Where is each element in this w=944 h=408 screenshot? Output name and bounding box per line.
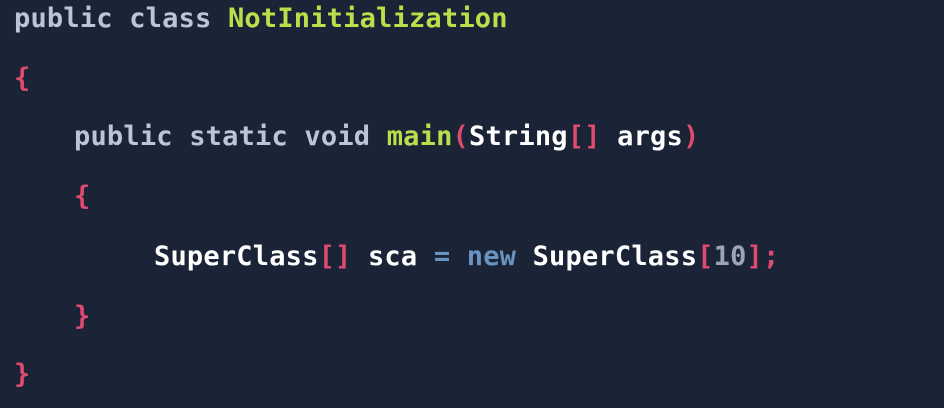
code-line-4: {: [74, 180, 90, 214]
variable-name: sca: [367, 241, 418, 272]
bracket-close: ]: [584, 121, 601, 152]
bracket-close: ]: [335, 241, 352, 272]
type-string: String: [469, 121, 568, 152]
keyword-public: public: [14, 3, 113, 34]
class-name: NotInitialization: [227, 3, 508, 34]
paren-open: (: [452, 121, 469, 152]
code-line-1: public class NotInitialization: [14, 2, 508, 36]
bracket-open: [: [567, 121, 585, 152]
code-line-6: }: [74, 300, 90, 334]
array-size: 10: [713, 241, 747, 272]
bracket-close-2: ]: [746, 241, 764, 272]
method-brace-close: }: [74, 301, 91, 332]
code-line-3: public static void main(String[] args): [74, 120, 699, 154]
class-brace-open: {: [14, 63, 31, 94]
method-name: main: [386, 121, 453, 152]
assign-operator: =: [433, 241, 451, 272]
code-line-5: SuperClass[] sca = new SuperClass[10];: [154, 240, 779, 274]
keyword-new: new: [466, 241, 517, 272]
class-brace-close: }: [14, 359, 31, 390]
keyword-static: static: [189, 121, 288, 152]
keyword-public: public: [74, 121, 173, 152]
param-name: args: [617, 121, 683, 152]
bracket-open-2: [: [697, 241, 714, 272]
type-superclass: SuperClass: [154, 241, 319, 272]
method-brace-open: {: [74, 181, 91, 212]
semicolon: ;: [763, 241, 780, 272]
keyword-class: class: [129, 3, 212, 34]
bracket-open: [: [318, 241, 336, 272]
code-line-2: {: [14, 62, 30, 96]
keyword-void: void: [304, 121, 371, 152]
code-editor: public class NotInitialization { public …: [0, 0, 944, 408]
code-line-7: }: [14, 358, 30, 392]
paren-close: ): [682, 121, 700, 152]
type-superclass-2: SuperClass: [532, 241, 698, 272]
